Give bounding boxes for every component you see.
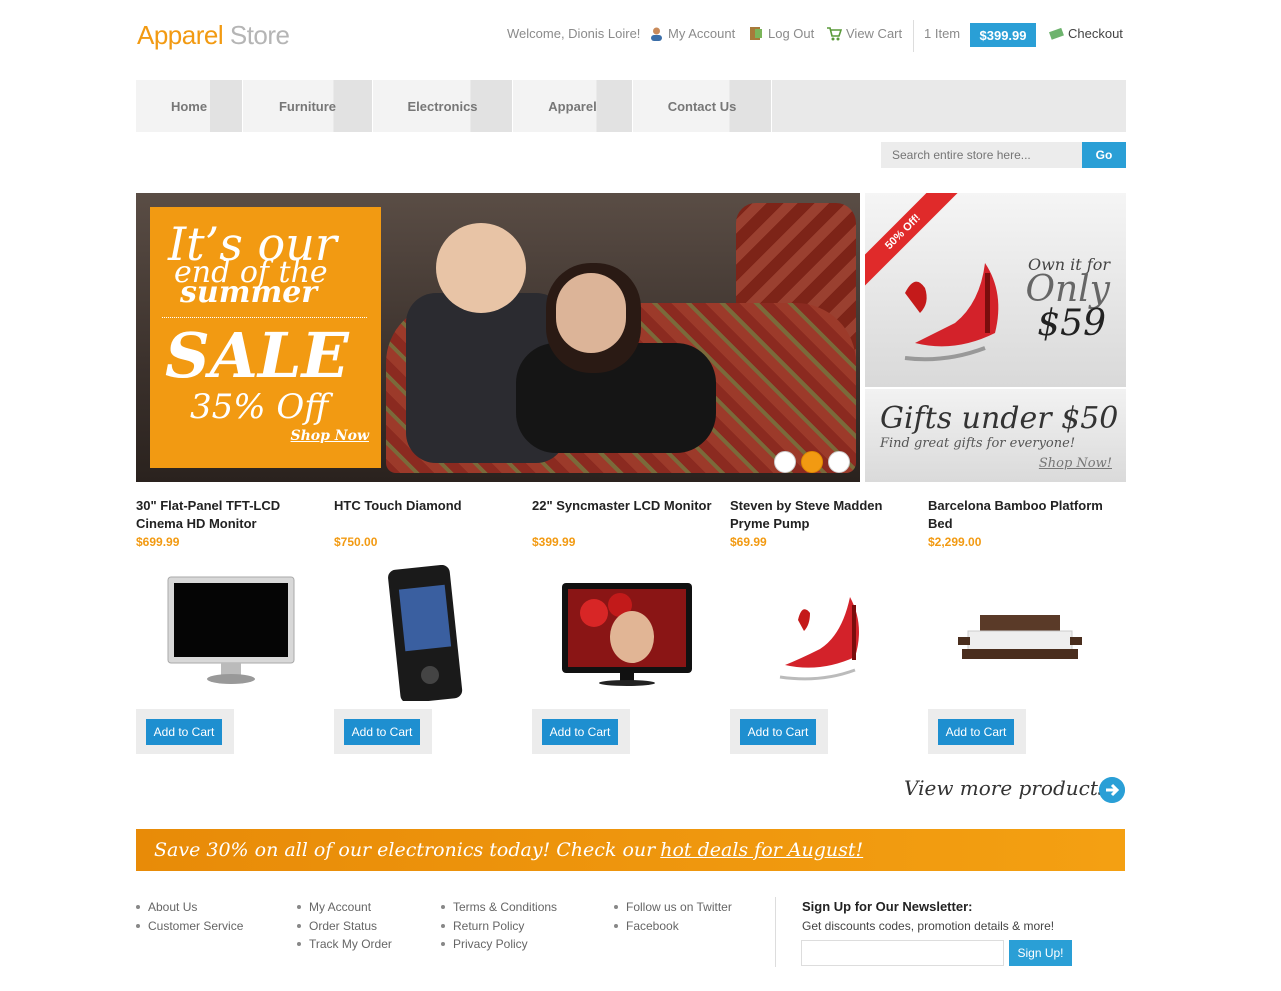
add-to-cart-button[interactable]: Add to Cart	[146, 719, 222, 745]
add-to-cart-box: Add to Cart	[730, 709, 828, 754]
newsletter-title: Sign Up for Our Newsletter:	[802, 899, 973, 914]
gifts-subtitle: Find great gifts for everyone!	[880, 436, 1076, 451]
monitor-icon[interactable]	[136, 565, 326, 701]
checkout-link[interactable]: Checkout	[1049, 26, 1123, 41]
product-card: Barcelona Bamboo Platform Bed $2,299.00 …	[928, 497, 1118, 754]
newsletter-subtitle: Get discounts codes, promotion details &…	[802, 919, 1055, 933]
hero-photo-man-head	[436, 223, 526, 313]
cart-total-badge[interactable]: $399.99	[970, 23, 1036, 47]
promo-divider	[162, 317, 367, 318]
nav-apparel[interactable]: Apparel	[513, 80, 633, 132]
sale-promo-box: It’s our end of the summer SALE 35% Off …	[150, 207, 381, 468]
add-to-cart-button[interactable]: Add to Cart	[344, 719, 420, 745]
promo-discount: 35% Off	[190, 387, 329, 427]
red-shoe-image	[904, 263, 999, 362]
footer-link-terms[interactable]: Terms & Conditions	[441, 898, 557, 917]
product-name[interactable]: Barcelona Bamboo Platform Bed	[928, 497, 1118, 533]
product-price: $2,299.00	[928, 535, 982, 549]
add-to-cart-button[interactable]: Add to Cart	[542, 719, 618, 745]
product-card: 22" Syncmaster LCD Monitor $399.99 Add t…	[532, 497, 722, 754]
door-icon	[750, 27, 762, 40]
footer-link-customer-service[interactable]: Customer Service	[136, 917, 243, 936]
footer-links-col-2: My Account Order Status Track My Order	[297, 898, 392, 954]
welcome-text: Welcome, Dionis Loire!	[507, 26, 641, 41]
slider-dot-2-active[interactable]	[801, 451, 823, 473]
gifts-title: Gifts under $50	[880, 401, 1119, 436]
deals-banner: Save 30% on all of our electronics today…	[136, 829, 1125, 871]
top-links: Welcome, Dionis Loire! My Account Log Ou…	[0, 20, 1125, 52]
log-out-link[interactable]: Log Out	[748, 26, 814, 41]
header-divider	[913, 20, 914, 52]
cart-icon	[827, 27, 842, 41]
promo-line-3: summer	[180, 275, 318, 310]
add-to-cart-box: Add to Cart	[532, 709, 630, 754]
promo-shop-now-link[interactable]: Shop Now	[291, 428, 369, 444]
footer-link-privacy-policy[interactable]: Privacy Policy	[441, 935, 557, 954]
add-to-cart-box: Add to Cart	[928, 709, 1026, 754]
banner-text: Save 30% on all of our electronics today…	[154, 839, 656, 861]
product-price: $699.99	[136, 535, 180, 549]
newsletter-signup-button[interactable]: Sign Up!	[1009, 940, 1072, 966]
footer-links-col-4: Follow us on Twitter Facebook	[614, 898, 732, 935]
add-to-cart-box: Add to Cart	[136, 709, 234, 754]
gifts-promo[interactable]: Gifts under $50 Find great gifts for eve…	[865, 389, 1126, 482]
product-card: 30" Flat-Panel TFT-LCD Cinema HD Monitor…	[136, 497, 326, 754]
product-name[interactable]: 22" Syncmaster LCD Monitor	[532, 497, 722, 533]
nav-home[interactable]: Home	[136, 80, 243, 132]
footer-link-about-us[interactable]: About Us	[136, 898, 243, 917]
footer-link-facebook[interactable]: Facebook	[614, 917, 732, 936]
log-out-label: Log Out	[768, 26, 815, 41]
footer-link-twitter[interactable]: Follow us on Twitter	[614, 898, 732, 917]
product-card: Steven by Steve Madden Pryme Pump $69.99…	[730, 497, 920, 754]
product-name[interactable]: HTC Touch Diamond	[334, 497, 524, 533]
hot-deals-link[interactable]: hot deals for August!	[660, 839, 863, 861]
hero-photo-woman-head	[556, 273, 626, 353]
checkout-label: Checkout	[1068, 26, 1123, 41]
add-to-cart-button[interactable]: Add to Cart	[938, 719, 1014, 745]
arrow-right-icon[interactable]	[1099, 777, 1125, 803]
search-go-button[interactable]: Go	[1082, 142, 1126, 168]
footer-links-col-3: Terms & Conditions Return Policy Privacy…	[441, 898, 557, 954]
product-name[interactable]: Steven by Steve Madden Pryme Pump	[730, 497, 920, 533]
footer-link-order-status[interactable]: Order Status	[297, 917, 392, 936]
shoe-promo[interactable]: 50% Off! Own it for Only $59	[865, 193, 1126, 387]
shoe-icon[interactable]	[730, 565, 920, 701]
product-card: HTC Touch Diamond $750.00 Add to Cart	[334, 497, 524, 754]
bed-icon[interactable]	[928, 565, 1118, 701]
product-price: $69.99	[730, 535, 767, 549]
promo-price: $59	[1037, 303, 1106, 344]
phone-icon[interactable]	[334, 565, 524, 701]
view-more-link[interactable]: View more products!	[904, 776, 1116, 800]
footer-link-my-account[interactable]: My Account	[297, 898, 392, 917]
main-nav: Home Furniture Electronics Apparel Conta…	[136, 80, 1126, 132]
gifts-shop-now-link[interactable]: Shop Now!	[1039, 456, 1112, 471]
monitor-icon[interactable]	[532, 565, 722, 701]
nav-electronics[interactable]: Electronics	[373, 80, 513, 132]
product-name[interactable]: 30" Flat-Panel TFT-LCD Cinema HD Monitor	[136, 497, 326, 533]
footer-link-return-policy[interactable]: Return Policy	[441, 917, 557, 936]
promo-sale: SALE	[165, 319, 349, 392]
my-account-link[interactable]: My Account	[649, 26, 735, 41]
footer-link-track-order[interactable]: Track My Order	[297, 935, 392, 954]
footer-divider	[775, 897, 776, 967]
add-to-cart-box: Add to Cart	[334, 709, 432, 754]
slider-dot-3[interactable]	[828, 451, 850, 473]
hero-slider[interactable]: It’s our end of the summer SALE 35% Off …	[136, 193, 860, 482]
user-icon	[651, 27, 662, 41]
nav-furniture[interactable]: Furniture	[243, 80, 373, 132]
money-icon	[1049, 27, 1064, 40]
nav-contact-us[interactable]: Contact Us	[633, 80, 772, 132]
product-price: $399.99	[532, 535, 576, 549]
search-input[interactable]	[881, 142, 1082, 168]
newsletter-email-input[interactable]	[801, 940, 1004, 966]
product-price: $750.00	[334, 535, 378, 549]
footer-links-col-1: About Us Customer Service	[136, 898, 243, 935]
slider-dot-1[interactable]	[774, 451, 796, 473]
view-cart-label: View Cart	[846, 26, 903, 41]
view-cart-link[interactable]: View Cart	[826, 26, 902, 41]
my-account-label: My Account	[668, 26, 736, 41]
add-to-cart-button[interactable]: Add to Cart	[740, 719, 816, 745]
cart-item-count: 1 Item	[924, 26, 961, 41]
